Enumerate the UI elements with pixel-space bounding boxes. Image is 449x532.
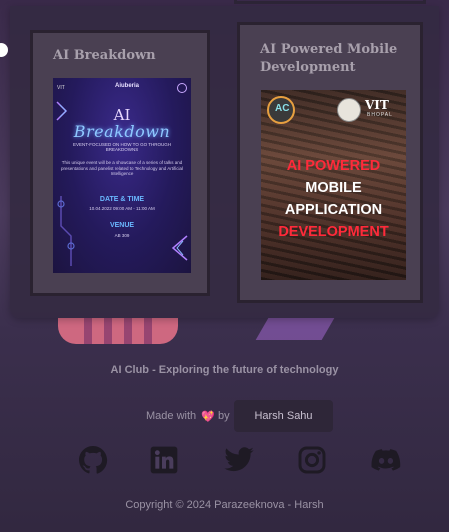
- poster-subtitle: EVENT-FOCUSED ON HOW TO GO THROUGH BREAK…: [72, 142, 171, 152]
- poster-date-value: 10.04.2022 09:00 AM - 11:00 AM: [89, 206, 155, 211]
- poster-header: VIT Aiuberia: [57, 82, 187, 96]
- background-decoration: [255, 318, 335, 340]
- scroll-indicator-dot: [0, 43, 8, 57]
- institute-campus: BHOPAL: [367, 112, 393, 118]
- club-logo-icon: AC: [267, 96, 295, 124]
- poster-date-heading: DATE & TIME: [99, 196, 145, 203]
- copyright-text: Copyright © 2024 Parazeeknova - Harsh: [125, 499, 324, 511]
- poster-description: This unique event will be a showcase of …: [61, 160, 183, 176]
- project-title: AI Powered Mobile Development: [260, 42, 398, 75]
- poster-line-1: AI POWERED: [286, 158, 381, 174]
- poster-line-3: APPLICATION: [284, 202, 383, 218]
- poster-seal-icon: [177, 83, 187, 93]
- university-seal-icon: [337, 98, 361, 122]
- project-title: AI Breakdown: [53, 48, 156, 63]
- heart-icon: 💖: [201, 411, 215, 423]
- footer-tagline: AI Club - Exploring the future of techno…: [110, 364, 339, 376]
- author-button[interactable]: Harsh Sahu: [234, 400, 333, 432]
- project-card-ai-breakdown[interactable]: AI Breakdown VIT Aiuberia AI Breakdown E…: [30, 30, 210, 296]
- project-poster-image: VIT Aiuberia AI Breakdown EVENT-FOCUSED …: [53, 78, 191, 273]
- poster-line-2: MOBILE: [305, 180, 362, 196]
- made-with-text: Made with: [146, 410, 197, 422]
- card-edge: [234, 0, 426, 4]
- instagram-icon[interactable]: [296, 444, 328, 476]
- institute-name: VIT: [365, 98, 389, 112]
- poster-logo-text: VIT: [57, 85, 65, 91]
- background-decoration: [58, 318, 178, 344]
- linkedin-icon[interactable]: [148, 444, 180, 476]
- poster-line-4: DEVELOPMENT: [278, 224, 389, 240]
- project-card-mobile-development[interactable]: AI Powered Mobile Development AC VIT BHO…: [237, 22, 423, 303]
- project-poster-image: AC VIT BHOPAL AI POWERED MOBILE APPLICAT…: [261, 90, 406, 280]
- discord-icon[interactable]: [370, 444, 402, 476]
- twitter-icon[interactable]: [223, 444, 255, 476]
- by-text: by: [218, 410, 230, 422]
- poster-club-logo: Aiuberia: [115, 83, 140, 89]
- github-icon[interactable]: [77, 444, 109, 476]
- poster-venue-heading: VENUE: [109, 222, 135, 229]
- chevron-left-icon: [171, 235, 188, 261]
- poster-title-line2: Breakdown: [73, 122, 171, 141]
